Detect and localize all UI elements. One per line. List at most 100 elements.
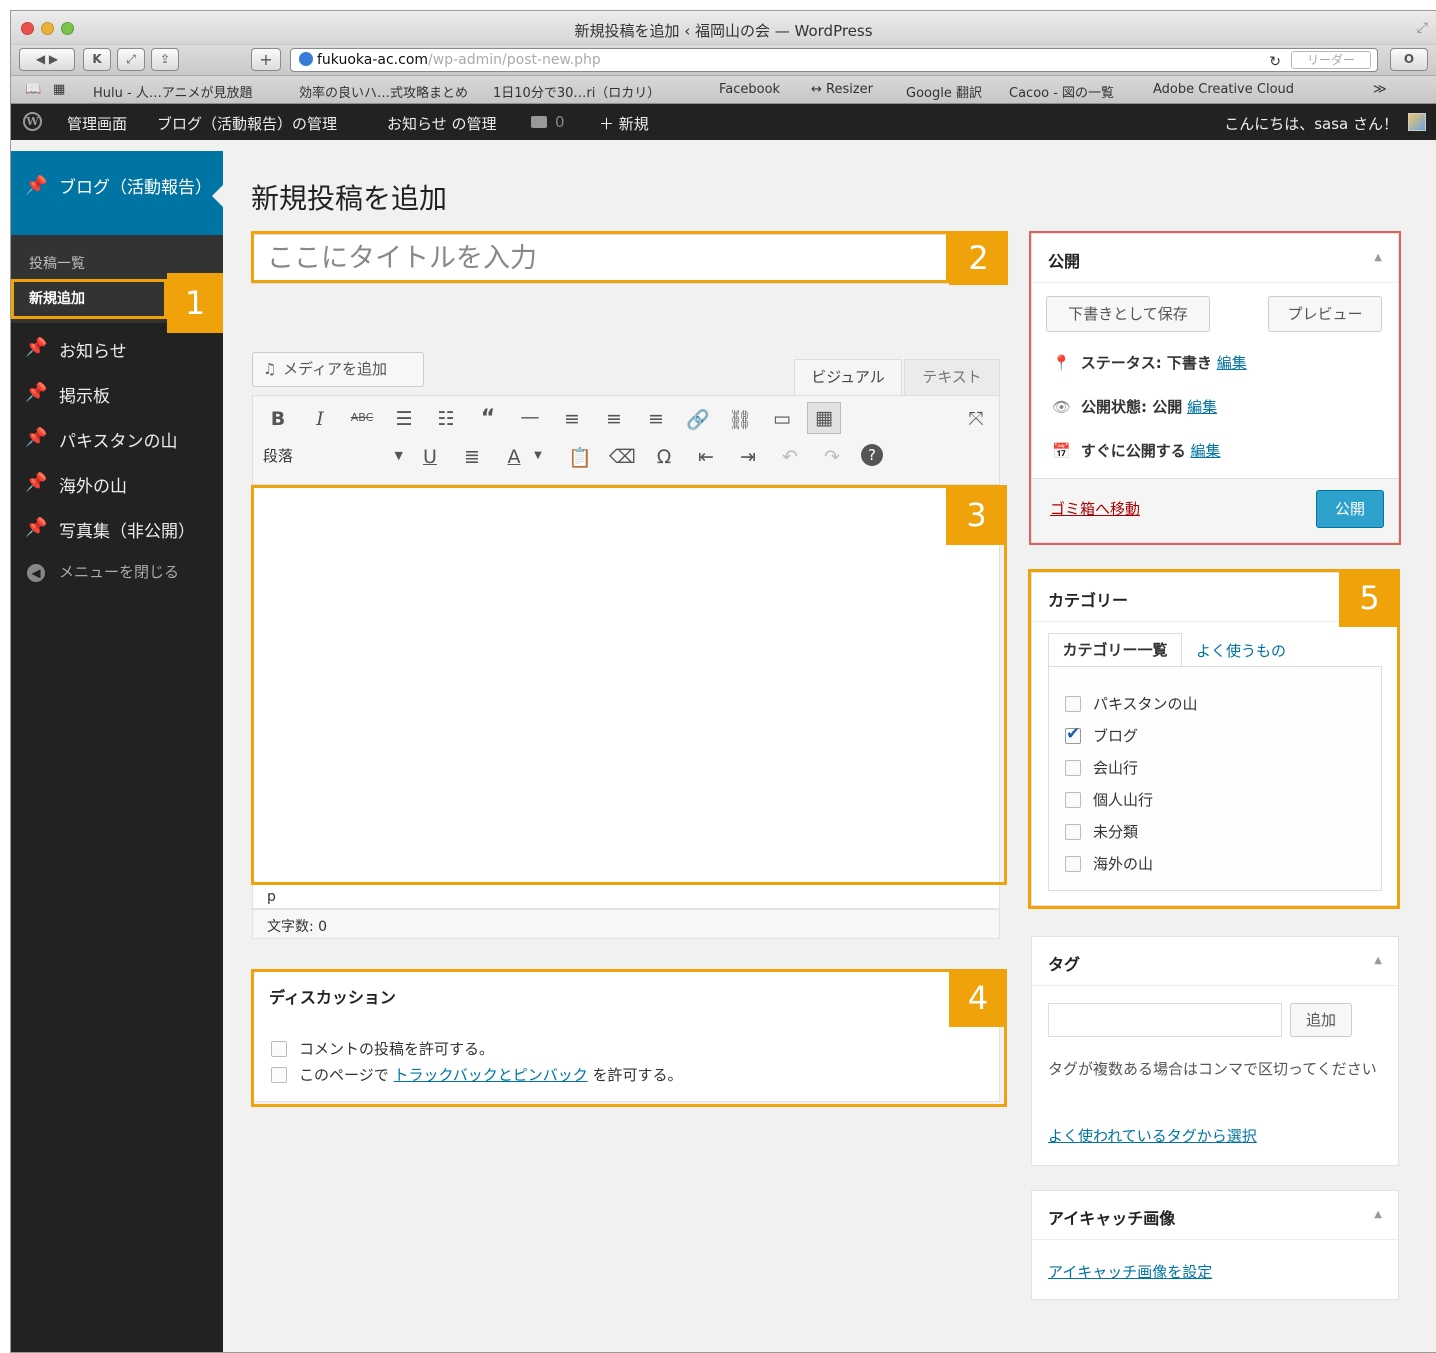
outdent-icon[interactable]: ⇤ bbox=[693, 446, 719, 468]
text-color-icon[interactable]: A bbox=[501, 446, 527, 468]
category-item[interactable]: 会山行 bbox=[1065, 757, 1138, 778]
reload-icon[interactable]: ↻ bbox=[1269, 51, 1281, 73]
category-checkbox[interactable] bbox=[1065, 760, 1081, 776]
bookmark-item[interactable]: Adobe Creative Cloud bbox=[1153, 82, 1294, 97]
reading-list-icon[interactable]: 📖 bbox=[25, 82, 41, 97]
new-tab-button[interactable]: + bbox=[251, 48, 281, 71]
category-checkbox-checked[interactable] bbox=[1065, 724, 1081, 744]
redo-icon[interactable]: ↷ bbox=[819, 446, 845, 468]
adminbar-dashboard[interactable]: 管理画面 bbox=[67, 113, 127, 134]
read-more-icon[interactable]: ▭ bbox=[769, 408, 795, 430]
indent-icon[interactable]: ⇥ bbox=[735, 446, 761, 468]
edit-schedule-link[interactable]: 編集 bbox=[1190, 442, 1220, 460]
category-item[interactable]: ブログ bbox=[1065, 724, 1138, 746]
blockquote-icon[interactable]: “ bbox=[475, 406, 501, 431]
bookmark-item[interactable]: ↔ Resizer bbox=[811, 82, 873, 97]
choose-tags-link[interactable]: よく使われているタグから選択 bbox=[1048, 1125, 1257, 1146]
numbered-list-icon[interactable]: ☷ bbox=[433, 408, 459, 430]
set-featured-image-link[interactable]: アイキャッチ画像を設定 bbox=[1048, 1261, 1212, 1282]
reader-button[interactable]: リーダー bbox=[1291, 51, 1371, 69]
help-icon[interactable]: ? bbox=[861, 444, 883, 466]
sidebar-item-board[interactable]: 掲示板 bbox=[59, 382, 110, 407]
tab-popular-categories[interactable]: よく使うもの bbox=[1196, 640, 1286, 661]
horizontal-rule-icon[interactable]: — bbox=[517, 406, 543, 428]
collapse-menu-label[interactable]: メニューを閉じる bbox=[59, 561, 179, 582]
fullscreen-icon[interactable]: ⤧ bbox=[963, 408, 989, 430]
link-icon[interactable]: 🔗 bbox=[685, 408, 711, 431]
category-item[interactable]: パキスタンの山 bbox=[1065, 693, 1198, 714]
collapse-toggle-icon[interactable]: ▲ bbox=[1374, 955, 1382, 966]
sidebar-item-pakistan[interactable]: パキスタンの山 bbox=[59, 427, 178, 452]
bookmarks-overflow[interactable]: ≫ bbox=[1373, 82, 1387, 97]
submenu-all-posts[interactable]: 投稿一覧 bbox=[29, 253, 85, 273]
special-character-icon[interactable]: Ω bbox=[651, 446, 677, 468]
publish-button[interactable]: 公開 bbox=[1316, 490, 1384, 528]
format-select[interactable]: 段落 ▼ bbox=[263, 443, 403, 469]
tab-visual[interactable]: ビジュアル bbox=[794, 359, 902, 395]
sidebar-item-overseas[interactable]: 海外の山 bbox=[59, 472, 127, 497]
justify-icon[interactable]: ≣ bbox=[459, 446, 485, 468]
clear-formatting-icon[interactable]: ⌫ bbox=[609, 446, 636, 468]
bookmark-item[interactable]: 1日10分で30…ri（ロカリ） bbox=[493, 82, 660, 101]
category-checkbox[interactable] bbox=[1065, 696, 1081, 712]
bullet-list-icon[interactable]: ☰ bbox=[391, 408, 417, 430]
share-icon[interactable]: ⇪ bbox=[151, 48, 179, 71]
bold-icon[interactable]: B bbox=[265, 408, 291, 430]
allow-pings-row[interactable]: このページで トラックバックとピンバック を許可する。 bbox=[271, 1064, 683, 1085]
back-forward-buttons[interactable]: ◀ ▶ bbox=[19, 48, 75, 71]
allow-comments-checkbox[interactable] bbox=[271, 1041, 287, 1057]
allow-comments-row[interactable]: コメントの投稿を許可する。 bbox=[271, 1038, 494, 1059]
save-draft-button[interactable]: 下書きとして保存 bbox=[1046, 296, 1210, 332]
edit-status-link[interactable]: 編集 bbox=[1217, 354, 1247, 372]
address-bar[interactable]: fukuoka-ac.com/wp-admin/post-new.php ↻ リ… bbox=[290, 48, 1378, 72]
trash-link[interactable]: ゴミ箱へ移動 bbox=[1050, 498, 1140, 519]
bookmark-item[interactable]: 効率の良いハ…式攻略まとめ bbox=[299, 82, 468, 101]
category-item[interactable]: 海外の山 bbox=[1065, 853, 1153, 874]
extension-o-icon[interactable]: O bbox=[1390, 48, 1428, 71]
underline-icon[interactable]: U bbox=[417, 446, 443, 468]
add-tag-button[interactable]: 追加 bbox=[1290, 1003, 1352, 1037]
category-checkbox[interactable] bbox=[1065, 856, 1081, 872]
category-checkbox[interactable] bbox=[1065, 824, 1081, 840]
expand-icon[interactable]: ⤢ bbox=[117, 48, 145, 71]
wordpress-logo-icon[interactable]: W bbox=[23, 112, 42, 131]
collapse-toggle-icon[interactable]: ▲ bbox=[1374, 252, 1382, 263]
paste-text-icon[interactable]: 📋 bbox=[567, 446, 593, 469]
edit-visibility-link[interactable]: 編集 bbox=[1187, 398, 1217, 416]
adminbar-manage-news[interactable]: お知らせ の管理 bbox=[387, 113, 496, 134]
k-extension-icon[interactable]: K bbox=[83, 48, 111, 71]
category-checkbox[interactable] bbox=[1065, 792, 1081, 808]
bookmark-item[interactable]: Google 翻訳 bbox=[906, 82, 982, 101]
category-item[interactable]: 個人山行 bbox=[1065, 789, 1153, 810]
bookmark-item[interactable]: Facebook bbox=[719, 82, 780, 97]
toolbar-toggle-icon[interactable]: ▦ bbox=[807, 402, 841, 434]
collapse-toggle-icon[interactable]: ▲ bbox=[1374, 1209, 1382, 1220]
bookmark-item[interactable]: Cacoo - 図の一覧 bbox=[1009, 82, 1114, 101]
adminbar-new[interactable]: ＋ 新規 bbox=[599, 113, 649, 134]
unlink-icon[interactable]: ⛓ bbox=[727, 408, 753, 431]
tab-text[interactable]: テキスト bbox=[904, 359, 1000, 395]
allow-pings-checkbox[interactable] bbox=[271, 1067, 287, 1083]
adminbar-greeting[interactable]: こんにちは、sasa さん！ bbox=[1224, 113, 1398, 134]
align-center-icon[interactable]: ≡ bbox=[601, 408, 627, 430]
top-sites-icon[interactable]: ▦ bbox=[53, 82, 65, 97]
new-tag-input[interactable] bbox=[1048, 1003, 1282, 1037]
preview-button[interactable]: プレビュー bbox=[1268, 296, 1382, 332]
sidebar-item-photos[interactable]: 写真集（非公開） bbox=[59, 517, 195, 542]
post-title-input[interactable]: ここにタイトルを入力 bbox=[252, 234, 1008, 284]
avatar[interactable] bbox=[1408, 113, 1426, 131]
align-right-icon[interactable]: ≡ bbox=[643, 408, 669, 430]
collapse-menu-icon[interactable]: ◀ bbox=[27, 564, 45, 582]
add-media-button[interactable]: ♫ メディアを追加 bbox=[252, 352, 424, 387]
fullscreen-icon[interactable]: ⤢ bbox=[1417, 20, 1428, 36]
undo-icon[interactable]: ↶ bbox=[777, 446, 803, 468]
sidebar-item-blog[interactable]: 📌 ブログ（活動報告） bbox=[11, 151, 223, 235]
trackback-link[interactable]: トラックバックとピンバック bbox=[393, 1066, 587, 1084]
category-item[interactable]: 未分類 bbox=[1065, 821, 1138, 842]
text-color-caret-icon[interactable]: ▼ bbox=[525, 450, 551, 461]
align-left-icon[interactable]: ≡ bbox=[559, 408, 585, 430]
strikethrough-icon[interactable]: ABC bbox=[349, 411, 375, 424]
submenu-add-new[interactable]: 新規追加 bbox=[29, 288, 85, 308]
bookmark-item[interactable]: Hulu - 人…アニメが見放題 bbox=[93, 82, 253, 101]
tab-all-categories[interactable]: カテゴリー一覧 bbox=[1048, 633, 1182, 667]
